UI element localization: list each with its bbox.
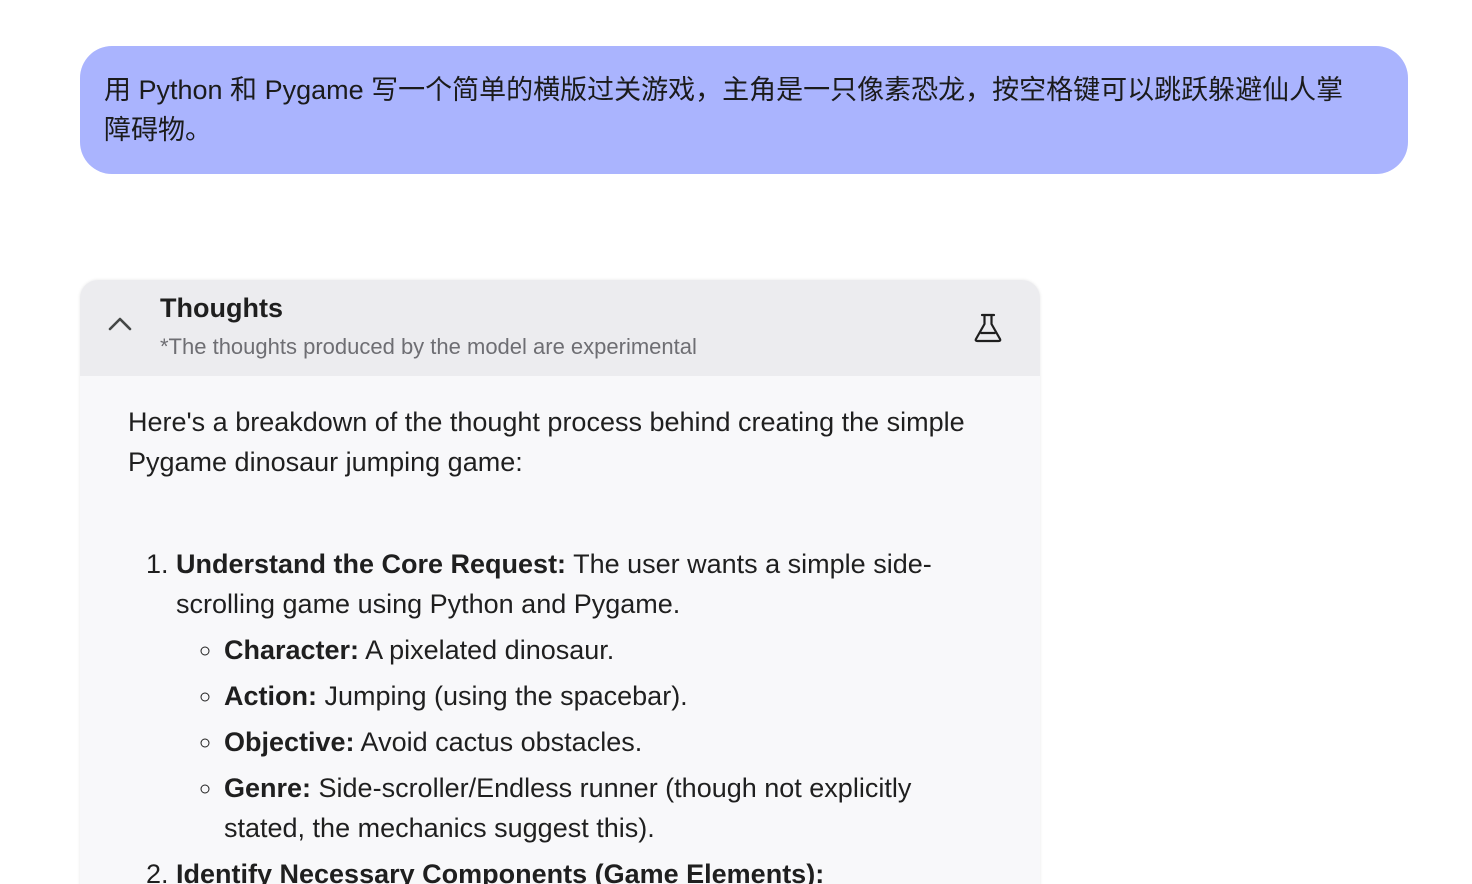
user-message-text: 用 Python 和 Pygame 写一个简单的横版过关游戏，主角是一只像素恐龙… — [104, 75, 1344, 145]
thoughts-content: Here's a breakdown of the thought proces… — [80, 376, 1040, 884]
thoughts-header[interactable]: Thoughts *The thoughts produced by the m… — [80, 280, 1040, 376]
detail-label: Character: — [224, 635, 360, 665]
thoughts-intro: Here's a breakdown of the thought proces… — [128, 407, 965, 477]
step-detail: Character: A pixelated dinosaur. — [224, 630, 992, 670]
detail-label: Objective: — [224, 727, 355, 757]
detail-text: Side-scroller/Endless runner (though not… — [224, 773, 912, 843]
thoughts-disclaimer: *The thoughts produced by the model are … — [160, 334, 697, 359]
detail-text: A pixelated dinosaur. — [359, 635, 615, 665]
step-title: Understand the Core Request: — [176, 549, 567, 579]
thoughts-title: Thoughts — [160, 293, 283, 323]
thought-step: Identify Necessary Components (Game Elem… — [176, 854, 992, 884]
detail-label: Action: — [224, 681, 317, 711]
user-message-bubble: 用 Python 和 Pygame 写一个简单的横版过关游戏，主角是一只像素恐龙… — [80, 46, 1408, 174]
chat-page: 用 Python 和 Pygame 写一个简单的横版过关游戏，主角是一只像素恐龙… — [0, 0, 1472, 884]
step-detail: Action: Jumping (using the spacebar). — [224, 676, 992, 716]
detail-label: Genre: — [224, 773, 312, 803]
thoughts-panel: Thoughts *The thoughts produced by the m… — [80, 280, 1040, 884]
detail-text: Avoid cactus obstacles. — [354, 727, 643, 757]
detail-text: Jumping (using the spacebar). — [316, 681, 688, 711]
step-details-list: Character: A pixelated dinosaur. Action:… — [176, 630, 992, 848]
thought-step: Understand the Core Request: The user wa… — [176, 544, 992, 848]
step-detail: Objective: Avoid cactus obstacles. — [224, 722, 992, 762]
chevron-up-icon[interactable] — [100, 304, 140, 344]
flask-icon — [970, 310, 1006, 346]
thought-steps-list: Understand the Core Request: The user wa… — [128, 544, 992, 884]
step-title: Identify Necessary Components (Game Elem… — [176, 859, 825, 884]
step-detail: Genre: Side-scroller/Endless runner (tho… — [224, 768, 992, 848]
